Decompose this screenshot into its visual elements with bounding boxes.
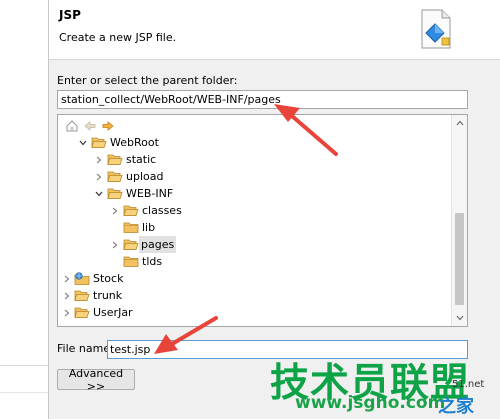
tree-item-web-inf[interactable]: WEB-INF [58, 185, 453, 202]
advanced-button[interactable]: Advanced >> [57, 367, 135, 393]
forward-icon[interactable] [100, 118, 116, 134]
tree-item-label: pages [139, 236, 177, 253]
web-project-icon [74, 271, 90, 286]
project-folder-icon [74, 305, 90, 320]
home-icon[interactable] [64, 118, 80, 134]
scroll-down-icon[interactable] [452, 310, 467, 326]
tree-item-webroot[interactable]: WebRoot [58, 134, 453, 151]
scroll-up-icon[interactable] [452, 115, 467, 131]
chevron-right-icon[interactable] [62, 287, 72, 304]
chevron-right-icon[interactable] [94, 151, 104, 168]
folder-open-icon [107, 169, 123, 184]
tree-item-label: classes [142, 204, 182, 217]
chevron-down-icon[interactable] [78, 134, 88, 151]
annotation-arrow-icon [154, 316, 218, 354]
folder-open-icon [107, 152, 123, 167]
file-name-label: File name: [57, 342, 114, 355]
tree-item-trunk[interactable]: trunk [58, 287, 453, 304]
tree-item-static[interactable]: static [58, 151, 453, 168]
annotation-arrow-icon [274, 104, 338, 156]
tree-item-label: WEB-INF [126, 187, 174, 200]
chevron-right-icon[interactable] [110, 202, 120, 219]
tree-item-label: UserJar [93, 306, 133, 319]
tree-item-lib[interactable]: lib [58, 219, 453, 236]
folder-tree[interactable]: WebRoot static upload WEB-INF classes li… [57, 114, 468, 327]
chevron-down-icon[interactable] [94, 185, 104, 202]
tree-item-userjar[interactable]: UserJar [58, 304, 453, 321]
wizard-title: JSP [59, 8, 81, 22]
scrollbar-thumb[interactable] [455, 213, 464, 305]
background-page [0, 0, 48, 419]
folder-icon [123, 254, 139, 269]
wizard-description: Create a new JSP file. [59, 31, 177, 44]
tree-item-label: upload [126, 170, 164, 183]
tree-item-label: Stock [93, 272, 124, 285]
divider [0, 365, 48, 366]
tree-item-label: trunk [93, 289, 123, 302]
wizard-header: JSP Create a new JSP file. [49, 0, 500, 60]
tree-item-stock[interactable]: Stock [58, 270, 453, 287]
folder-open-icon [123, 203, 139, 218]
tree-item-label: static [126, 153, 157, 166]
folder-open-icon [123, 237, 139, 252]
watermark-small: 51.net [452, 379, 485, 390]
tree-item-upload[interactable]: upload [58, 168, 453, 185]
watermark-home: 之家 [438, 396, 474, 417]
chevron-right-icon[interactable] [110, 236, 120, 253]
back-icon[interactable] [82, 118, 98, 134]
chevron-right-icon[interactable] [62, 304, 72, 321]
chevron-right-icon[interactable] [62, 270, 72, 287]
parent-folder-label: Enter or select the parent folder: [57, 74, 238, 87]
parent-folder-input[interactable] [57, 90, 468, 109]
tree-item-label: tlds [142, 255, 163, 268]
folder-open-icon [107, 186, 123, 201]
tree-item-label: lib [142, 221, 156, 234]
folder-open-icon [91, 135, 107, 150]
watermark-url: www.jsgho.com [295, 393, 446, 413]
tree-scrollbar[interactable] [451, 115, 467, 326]
tree-rows: WebRoot static upload WEB-INF classes li… [58, 134, 453, 321]
tree-toolbar [64, 118, 116, 134]
project-folder-icon [74, 288, 90, 303]
folder-icon [123, 220, 139, 235]
tree-item-label: WebRoot [110, 136, 159, 149]
tree-item-tlds[interactable]: tlds [58, 253, 453, 270]
divider [0, 392, 48, 393]
chevron-right-icon[interactable] [94, 168, 104, 185]
tree-item-classes[interactable]: classes [58, 202, 453, 219]
jsp-wizard-icon [421, 9, 451, 49]
tree-item-pages[interactable]: pages [58, 236, 453, 253]
